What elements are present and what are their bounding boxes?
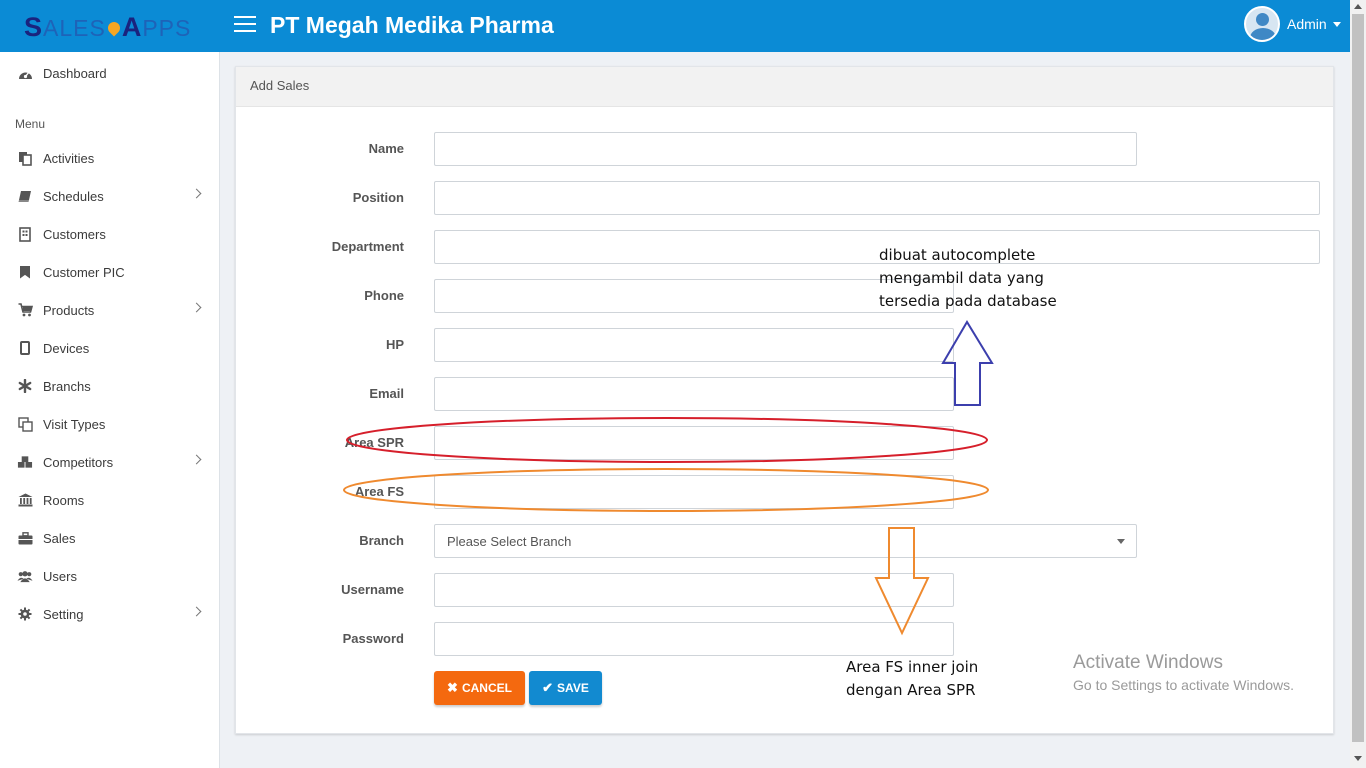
area-fs-highlight-ellipse — [343, 468, 989, 512]
annotation-line: tersedia pada database — [879, 292, 1057, 310]
down-arrow-annotation-icon — [874, 527, 930, 636]
inner-join-annotation: Area FS inner join dengan Area SPR — [846, 656, 978, 702]
area-spr-highlight-ellipse — [346, 417, 988, 463]
autocomplete-annotation: dibuat autocomplete mengambil data yang … — [879, 244, 1057, 313]
annotation-line: mengambil data yang — [879, 269, 1044, 287]
annotation-line: dengan Area SPR — [846, 681, 976, 699]
activate-windows-title: Activate Windows — [1073, 652, 1223, 673]
annotation-line: Area FS inner join — [846, 658, 979, 676]
up-arrow-annotation-icon — [941, 320, 994, 406]
annotation-line: dibuat autocomplete — [879, 246, 1036, 264]
activate-windows-subtitle: Go to Settings to activate Windows. — [1073, 677, 1294, 693]
